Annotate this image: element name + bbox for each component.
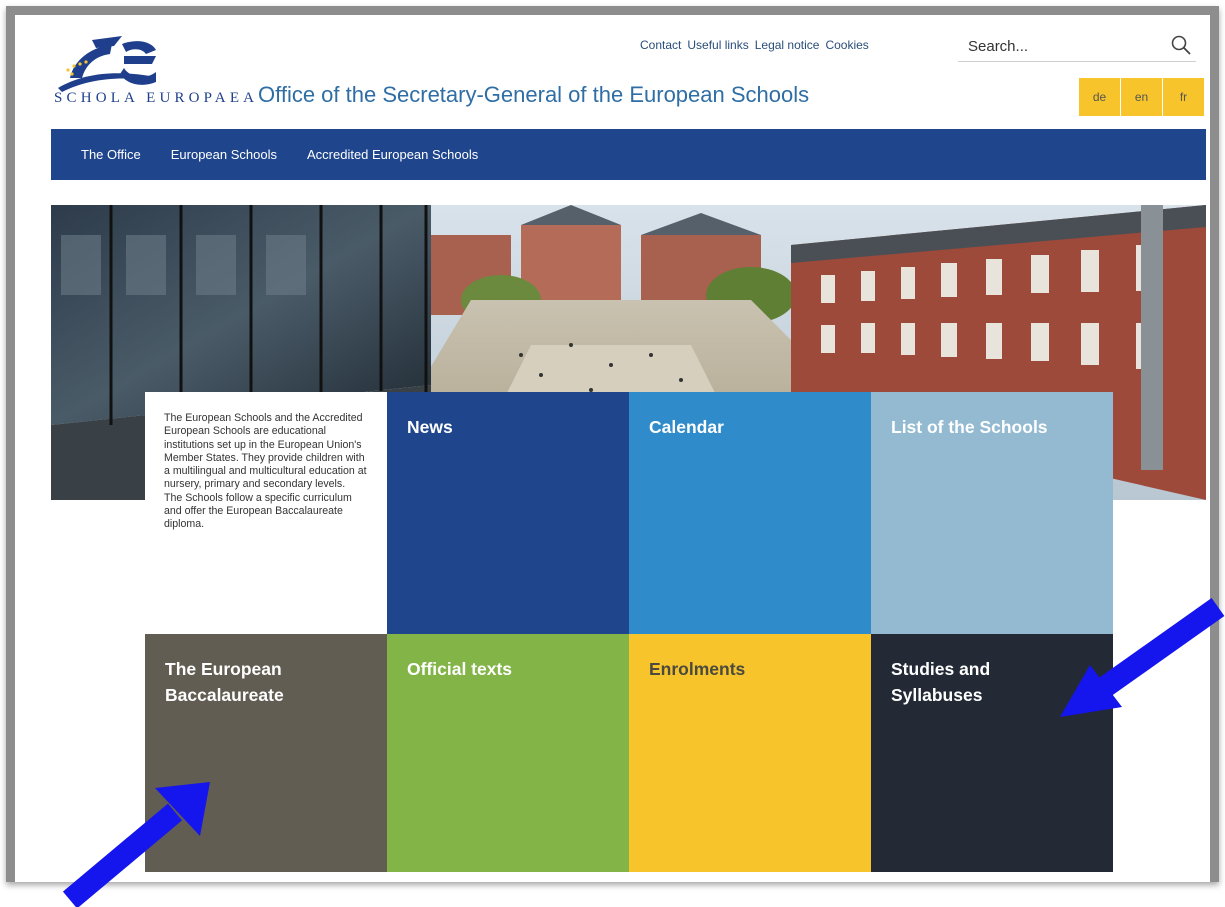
tile-list-of-schools-label: List of the Schools: [891, 417, 1048, 437]
schola-europaea-logo[interactable]: SCHOLA EUROPAEA: [52, 30, 257, 108]
nav-item-the-office[interactable]: The Office: [81, 147, 141, 162]
tile-news-label: News: [407, 417, 453, 437]
search-icon[interactable]: [1170, 34, 1192, 56]
language-switcher: de en fr: [1079, 78, 1205, 116]
main-nav: The Office European Schools Accredited E…: [51, 129, 1206, 180]
tile-calendar-label: Calendar: [649, 417, 724, 437]
arrow-annotation-right-icon: [1060, 598, 1225, 717]
tile-european-baccalaureate-label: The European Baccalaureate: [165, 659, 284, 705]
intro-paragraph-1: The European Schools and the Accredited …: [164, 412, 367, 491]
tile-studies-and-syllabuses-label: Studies and Syllabuses: [891, 659, 991, 705]
search-input[interactable]: [966, 32, 1150, 60]
lang-de-button[interactable]: de: [1079, 78, 1120, 116]
logo-mark-icon: [58, 36, 156, 92]
search-box: [958, 30, 1196, 62]
utility-links: Contact Useful links Legal notice Cookie…: [640, 38, 869, 52]
cookies-link[interactable]: Cookies: [825, 38, 868, 52]
logo-wordmark: SCHOLA EUROPAEA: [54, 90, 254, 106]
arrow-annotation-left-icon: [62, 782, 210, 907]
tile-official-texts[interactable]: Official texts: [387, 634, 629, 872]
lang-fr-button[interactable]: fr: [1163, 78, 1204, 116]
tile-enrolments[interactable]: Enrolments: [629, 634, 871, 872]
intro-panel: The European Schools and the Accredited …: [145, 392, 387, 634]
nav-item-accredited-european-schools[interactable]: Accredited European Schools: [307, 147, 478, 162]
contact-link[interactable]: Contact: [640, 38, 681, 52]
legal-notice-link[interactable]: Legal notice: [755, 38, 820, 52]
tile-enrolments-label: Enrolments: [649, 659, 746, 679]
tile-news[interactable]: News: [387, 392, 629, 634]
intro-paragraph-2: The Schools follow a specific curriculum…: [164, 491, 352, 531]
useful-links-link[interactable]: Useful links: [687, 38, 748, 52]
tile-calendar[interactable]: Calendar: [629, 392, 871, 634]
site-title[interactable]: Office of the Secretary-General of the E…: [258, 82, 809, 108]
tile-official-texts-label: Official texts: [407, 659, 513, 679]
lang-en-button[interactable]: en: [1121, 78, 1162, 116]
nav-item-european-schools[interactable]: European Schools: [171, 147, 277, 162]
